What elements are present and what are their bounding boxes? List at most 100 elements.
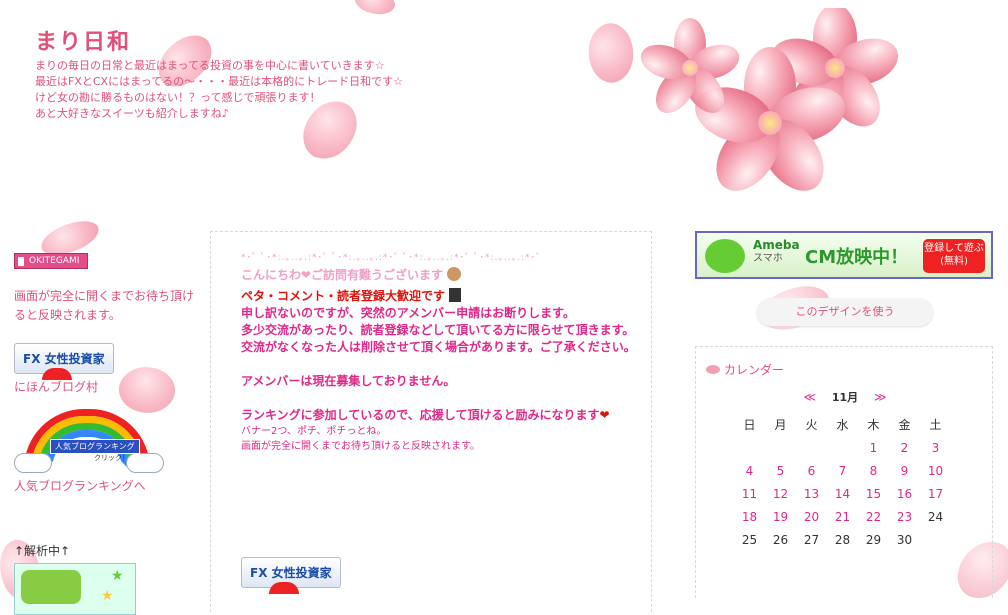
- petal-decoration: [579, 17, 643, 89]
- welcome-line: ペタ・コメント・読者登録大歓迎です: [241, 288, 646, 305]
- calendar-day[interactable]: 6: [796, 459, 827, 482]
- description-line: けど女の勘に勝るものはない！？って感じで頑張ります！: [35, 91, 321, 104]
- calendar-body: 1 2 3 4 5 6 7 8 9 10 11 12 13 14 15 16 17 18 19 20 21 22 23 24 2…: [734, 436, 951, 551]
- calendar-day[interactable]: 9: [889, 459, 920, 482]
- calendar-title: カレンダー: [706, 361, 784, 378]
- calendar-day[interactable]: 10: [920, 459, 951, 482]
- calendar-day: 24: [927, 509, 944, 524]
- calendar-day[interactable]: 8: [858, 459, 889, 482]
- notice-line: アメンバーは現在募集しておりません。: [241, 374, 456, 388]
- notice-body: ペタ・コメント・読者登録大歓迎です 申し訳ないのですが、突然のアメンバー申請はお…: [241, 288, 646, 454]
- ranking-request: ランキングに参加しているので、応援して頂けると励みになります: [241, 408, 600, 422]
- description-line: 最近はFXとCXにはまってるの〜・・・最近は本格的にトレード日和です☆: [35, 75, 403, 88]
- weekday-header: 木: [867, 418, 880, 432]
- blog-description: まりの毎日の日常と最近はまってる投資の事を中心に書いていきます☆ 最近はFXとC…: [35, 58, 415, 122]
- calendar-day: 28: [834, 532, 851, 547]
- welcome-text: ペタ・コメント・読者登録大歓迎です: [241, 289, 446, 303]
- calendar-week: 123: [734, 436, 951, 459]
- ranking-request-line: ランキングに参加しているので、応援して頂けると励みになります❤: [241, 407, 646, 424]
- fx-banner-center[interactable]: FX 女性投資家: [241, 557, 341, 594]
- calendar-day: [734, 436, 765, 459]
- ameba-register-button[interactable]: 登録して遊ぶ(無料): [923, 239, 985, 273]
- ameba-brand-sub: スマホ: [753, 253, 783, 264]
- okitegami-label: OKITEGAMI: [29, 256, 80, 266]
- cloud-icon: [14, 453, 52, 473]
- calendar-week: 11 12 13 14 15 16 17: [734, 482, 951, 505]
- calendar-day[interactable]: 12: [765, 482, 796, 505]
- greeting: こんにちわ❤ご訪問有難うございます: [241, 268, 444, 282]
- calendar-day[interactable]: 14: [827, 482, 858, 505]
- calendar-day: 29: [865, 532, 882, 547]
- weekday-header: 金: [898, 418, 911, 432]
- description-line: あと大好きなスイーツも紹介しますね♪: [35, 107, 229, 120]
- calendar-day[interactable]: 5: [765, 459, 796, 482]
- calendar-title-text: カレンダー: [724, 363, 785, 377]
- calendar-day[interactable]: 13: [796, 482, 827, 505]
- calendar-widget: カレンダー ≪ 11月 ≫ 日月火水木金土 1 2 3 4 5 6 7 8 9 10 11 12 13 1…: [695, 346, 993, 598]
- ameba-smartphone-ad[interactable]: Ameba スマホ CM放映中！ 登録して遊ぶ(無料): [695, 231, 993, 279]
- nihon-blog-link[interactable]: にほんブログ村: [14, 378, 194, 395]
- ameba-widget[interactable]: ★ ★: [14, 563, 136, 615]
- calendar-day: [765, 436, 796, 459]
- calendar-day[interactable]: 4: [734, 459, 765, 482]
- main-content: *･゜ﾟ･*:.｡..｡.:*･゜ﾟ･*:.｡..｡.:*･゜ﾟ･*:.｡..｡…: [210, 231, 652, 612]
- notice-line: 交流がなくなった人は削除させて頂く場合があります。ご了承ください。: [241, 340, 636, 354]
- calendar-day[interactable]: 11: [734, 482, 765, 505]
- fx-banner-left[interactable]: FX 女性投資家: [14, 343, 114, 380]
- ameba-logo-icon: [705, 239, 745, 273]
- calendar-day[interactable]: 7: [827, 459, 858, 482]
- blog-title[interactable]: まり日和: [35, 24, 131, 56]
- bear-icon: [447, 267, 462, 281]
- calendar-month: 11月: [831, 391, 859, 404]
- ranking-banner[interactable]: 人気ブログランキング クリック！: [14, 409, 164, 473]
- weekday-header: 火: [805, 418, 818, 432]
- character-icon: [449, 288, 462, 302]
- calendar-day[interactable]: 17: [920, 482, 951, 505]
- weekday-row: 日月火水木金土: [734, 413, 951, 436]
- calendar-day[interactable]: 18: [734, 505, 765, 528]
- ranking-link[interactable]: 人気ブログランキングへ: [14, 477, 194, 494]
- calendar-day[interactable]: 1: [858, 436, 889, 459]
- heart-icon: ❤: [599, 408, 610, 422]
- calendar-day[interactable]: 3: [920, 436, 951, 459]
- ameba-widget-logo: [21, 570, 81, 604]
- calendar-week: 18 19 20 21 22 23 24: [734, 505, 951, 528]
- banner-accent: [42, 368, 72, 380]
- banner-accent: [269, 582, 299, 594]
- weekday-header: 土: [929, 418, 942, 432]
- plumeria-flower-image: [640, 8, 899, 191]
- star-icon: ★: [101, 588, 114, 604]
- ameba-brand-name: Ameba: [753, 238, 800, 252]
- calendar-day: [796, 436, 827, 459]
- calendar-day[interactable]: 22: [858, 505, 889, 528]
- ameba-cm-text: CM放映中！: [805, 247, 909, 268]
- okitegami-button[interactable]: OKITEGAMI: [14, 253, 89, 269]
- calendar-day[interactable]: 16: [889, 482, 920, 505]
- small-note: バナー2つ、ポチ、ポチっとね。: [241, 426, 387, 437]
- calendar-day[interactable]: 2: [889, 436, 920, 459]
- notice-line: 多少交流があったり、読者登録などして頂いてる方に限らせて頂きます。: [241, 323, 635, 337]
- calendar-day[interactable]: 15: [858, 482, 889, 505]
- calendar-week: 25 26 27 28 29 30: [734, 528, 951, 551]
- weekday-header: 水: [836, 418, 849, 432]
- cloud-icon: [126, 453, 164, 473]
- weekday-header: 日: [743, 418, 756, 432]
- calendar-day: 26: [772, 532, 789, 547]
- use-design-button[interactable]: このデザインを使う: [757, 298, 933, 326]
- calendar-day[interactable]: 23: [889, 505, 920, 528]
- calendar-day: 27: [803, 532, 820, 547]
- calendar-day[interactable]: 20: [796, 505, 827, 528]
- notice-line: 申し訳ないのですが、突然のアメンバー申請はお断りします。: [241, 306, 575, 320]
- petal-decoration: [352, 0, 398, 21]
- calendar-day[interactable]: 19: [765, 505, 796, 528]
- calendar-next-button[interactable]: ≫: [874, 390, 887, 404]
- calendar-prev-button[interactable]: ≪: [803, 390, 816, 404]
- ranking-banner-label: 人気ブログランキング: [50, 439, 140, 454]
- ameba-brand: Ameba スマホ: [753, 239, 800, 265]
- calendar-nav: ≪ 11月 ≫: [696, 389, 994, 405]
- weekday-header: 月: [774, 418, 787, 432]
- calendar-day[interactable]: 21: [827, 505, 858, 528]
- petal-icon: [706, 365, 720, 374]
- star-icon: ★: [111, 568, 124, 584]
